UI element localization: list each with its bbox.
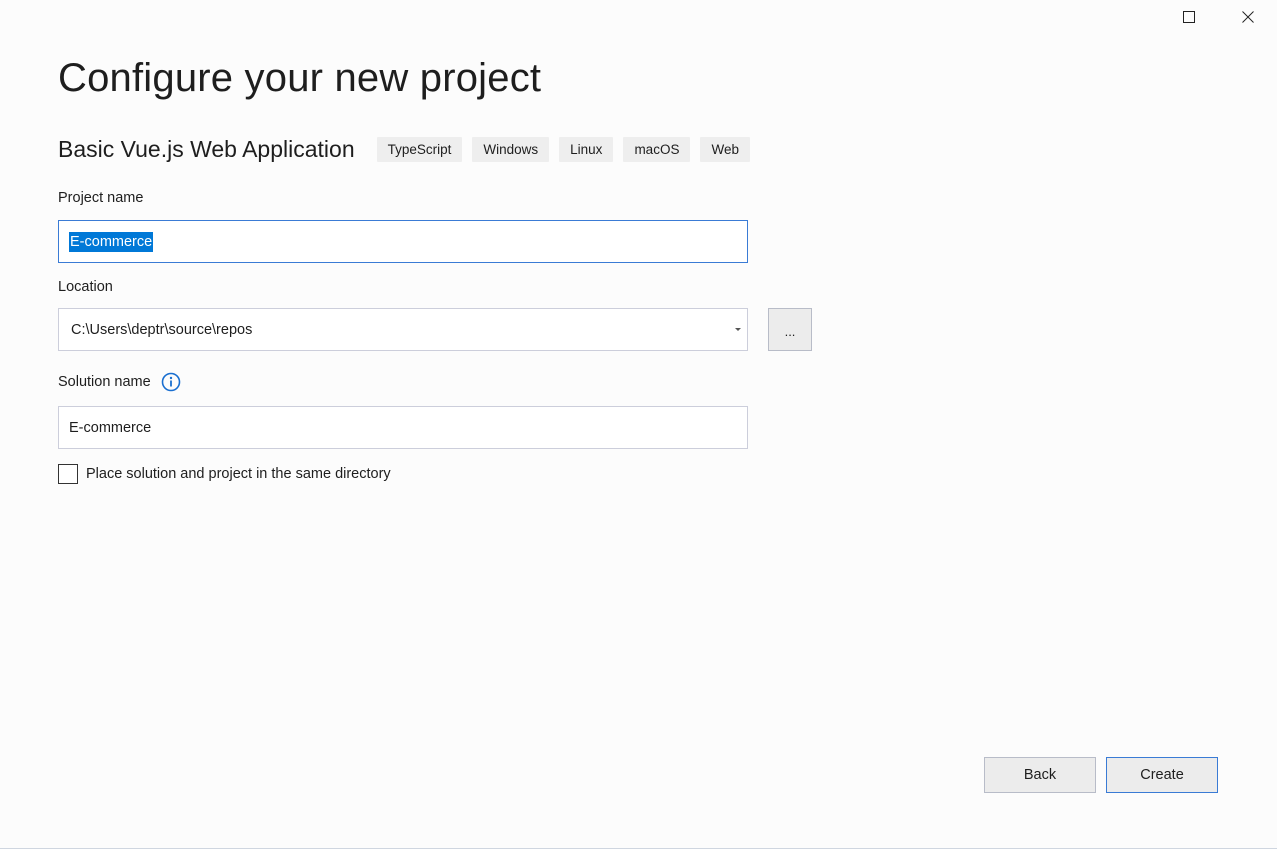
create-button[interactable]: Create: [1106, 757, 1218, 793]
tag-linux: Linux: [559, 136, 614, 162]
chevron-down-icon: [735, 328, 741, 331]
close-icon: [1242, 11, 1254, 23]
info-icon[interactable]: [161, 372, 181, 392]
solution-name-input[interactable]: E-commerce: [58, 406, 748, 449]
close-button[interactable]: [1219, 0, 1277, 34]
template-info-row: Basic Vue.js Web Application TypeScript …: [58, 134, 760, 164]
same-directory-checkbox[interactable]: [58, 464, 78, 484]
tag-typescript: TypeScript: [376, 136, 463, 162]
project-name-input[interactable]: E-commerce: [58, 220, 748, 263]
page-title: Configure your new project: [58, 56, 542, 100]
project-name-label: Project name: [58, 190, 144, 206]
browse-location-button[interactable]: ...: [768, 308, 812, 351]
maximize-button[interactable]: [1160, 0, 1218, 34]
location-label: Location: [58, 279, 113, 295]
project-name-value: E-commerce: [69, 231, 154, 252]
solution-name-value: E-commerce: [69, 419, 152, 436]
template-name: Basic Vue.js Web Application: [58, 135, 355, 162]
tag-web: Web: [700, 136, 750, 162]
maximize-icon: [1183, 11, 1195, 23]
tag-macos: macOS: [623, 136, 691, 162]
tag-windows: Windows: [472, 136, 550, 162]
solution-name-label: Solution name: [58, 374, 151, 390]
same-directory-label[interactable]: Place solution and project in the same d…: [86, 466, 391, 482]
back-button[interactable]: Back: [984, 757, 1096, 793]
configure-project-dialog: Configure your new project Basic Vue.js …: [0, 0, 1277, 849]
location-value: C:\Users\deptr\source\repos: [71, 321, 253, 338]
location-dropdown[interactable]: C:\Users\deptr\source\repos: [58, 308, 748, 351]
